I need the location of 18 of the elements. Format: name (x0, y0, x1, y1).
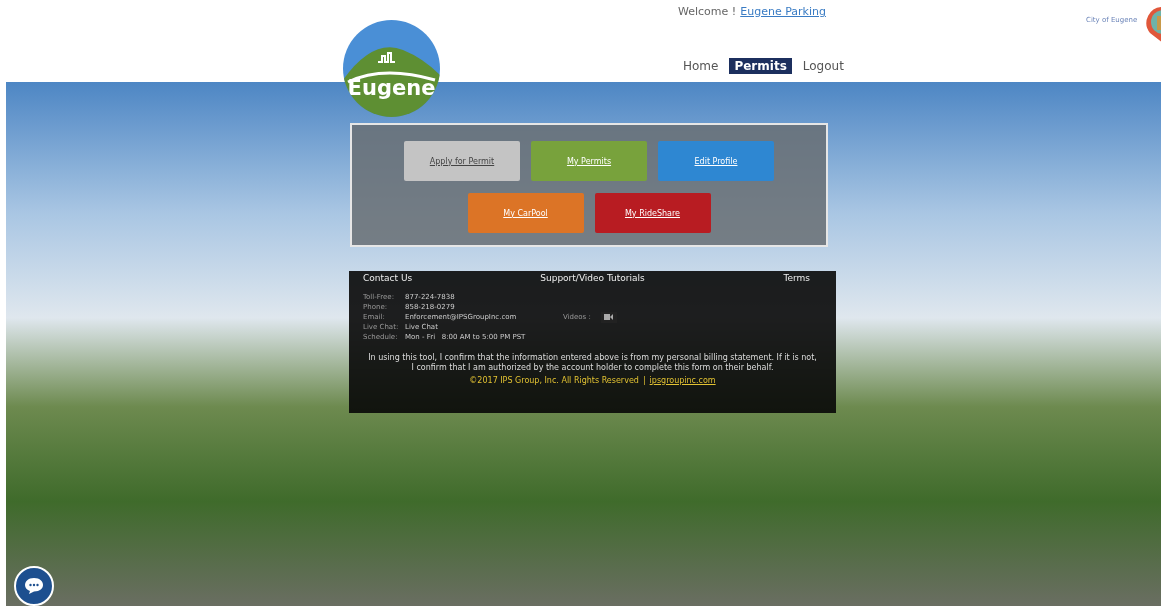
terms-link[interactable]: Terms (669, 273, 822, 283)
welcome-text: Welcome ! (678, 5, 737, 18)
nav-link[interactable]: Logout (797, 58, 849, 74)
copyright-text: ©2017 IPS Group, Inc. All Rights Reserved (469, 375, 639, 385)
chat-button[interactable] (14, 566, 54, 606)
chat-bubble-icon (24, 577, 44, 595)
nav-link[interactable]: Home (678, 58, 724, 74)
contact-heading: Contact Us (363, 273, 414, 283)
separator-text: | (642, 375, 646, 385)
action-button[interactable]: Edit Profile (658, 141, 774, 181)
site-link[interactable]: ipsgroupinc.com (649, 375, 716, 385)
disclaimer-text: In using this tool, I confirm that the information entered above is from my personal billing statement. If it is not, I confirm that I am authorized by the account holder to complete this form on their behalf. (367, 353, 818, 374)
action-button[interactable]: My RideShare (594, 193, 711, 233)
user-link[interactable]: Eugene Parking (740, 5, 826, 18)
support-heading: Support/Video Tutorials (539, 273, 646, 283)
video-camera-icon[interactable] (600, 311, 617, 323)
action-button[interactable]: Apply for Permit (404, 141, 520, 181)
nav-link[interactable]: Permits (729, 58, 792, 74)
